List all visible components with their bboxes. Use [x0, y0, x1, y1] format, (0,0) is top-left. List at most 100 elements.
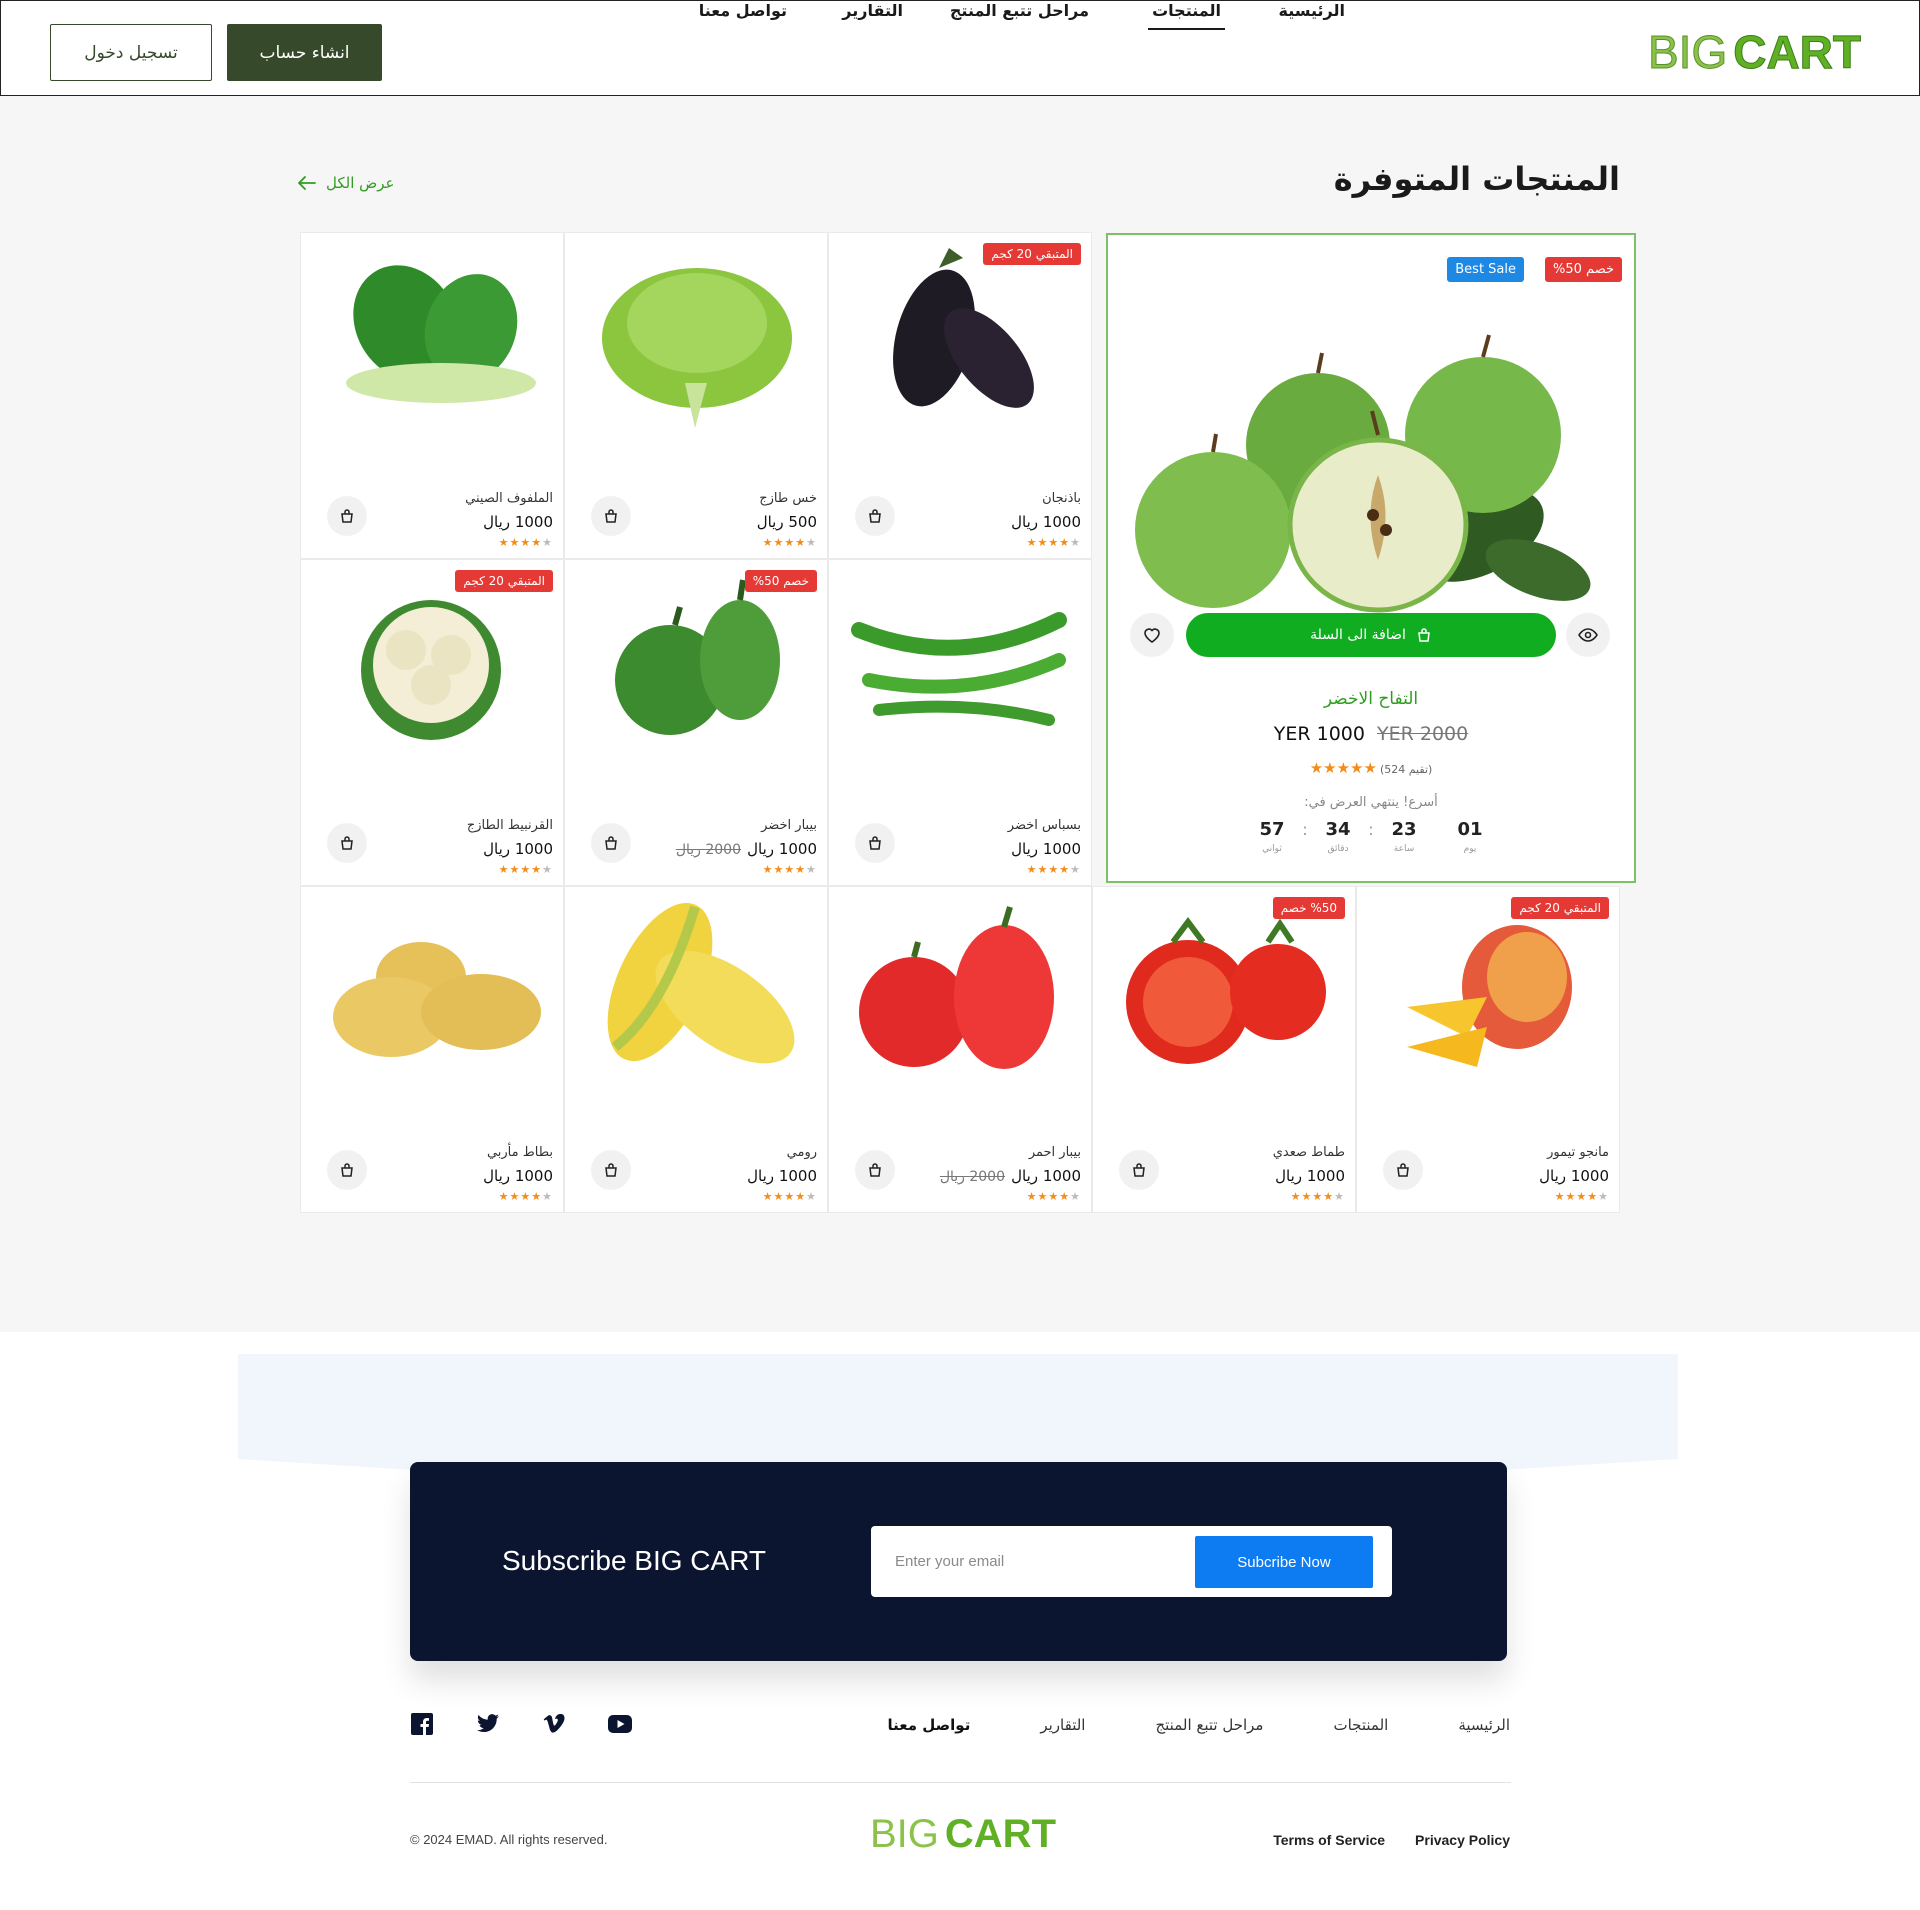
social-links	[410, 1712, 632, 1736]
product-name: بيبار احمر	[1028, 1145, 1081, 1160]
wishlist-button[interactable]	[1130, 613, 1174, 657]
featured-product-card[interactable]: خصم 50% Best Sale اضافة الى السلة التفاح…	[1106, 233, 1636, 883]
product-price: 1000 ريال	[483, 513, 553, 531]
signup-button[interactable]: انشاء حساب	[227, 24, 382, 81]
cauliflower-image	[361, 600, 501, 740]
shopping-bag-icon	[869, 836, 881, 850]
add-to-cart-icon-button[interactable]	[591, 1150, 631, 1190]
product-card[interactable]: %50 خصم طماط صعدي 1000 ريال ★★★★★	[1092, 886, 1356, 1213]
product-card[interactable]: رومي 1000 ريال ★★★★★	[564, 886, 828, 1213]
privacy-link[interactable]: Privacy Policy	[1415, 1832, 1510, 1848]
product-rating: ★★★★★	[1290, 1190, 1345, 1203]
nav-home[interactable]: الرئيسية	[1279, 1, 1346, 20]
view-all-link[interactable]: عرض الكل	[298, 174, 395, 192]
footer-logo[interactable]: BIG CART	[870, 1812, 1056, 1857]
product-rating: ★★★★★	[1026, 536, 1081, 549]
footer-link-reports[interactable]: التقارير	[1040, 1716, 1085, 1734]
product-name: طماط صعدي	[1272, 1145, 1345, 1160]
login-button[interactable]: تسجيل دخول	[50, 24, 212, 81]
logo[interactable]: BIG CART	[1647, 25, 1861, 79]
add-to-cart-icon-button[interactable]	[855, 496, 895, 536]
featured-product-name: التفاح الاخضر	[1323, 689, 1419, 709]
product-name: بيبار اخضر	[761, 818, 817, 833]
footer-legal: Privacy Policy Terms of Service	[1273, 1832, 1510, 1848]
product-badge: المتبقي 20 كجم	[983, 243, 1081, 265]
shopping-bag-icon	[341, 836, 353, 850]
view-all-label: عرض الكل	[326, 174, 395, 192]
footer-link-contact[interactable]: تواصل معنا	[888, 1716, 971, 1734]
shopping-bag-icon	[605, 1163, 617, 1177]
nav-contact[interactable]: تواصل معنا	[699, 1, 787, 20]
product-rating: ★★★★★	[1554, 1190, 1609, 1203]
product-card[interactable]: بسباس اخضر 1000 ريال ★★★★★	[828, 559, 1092, 886]
add-to-cart-icon-button[interactable]	[591, 823, 631, 863]
product-card[interactable]: بيبار احمر 1000 ريال 2000 ريال ★★★★★	[828, 886, 1092, 1213]
product-rating: ★★★★★	[762, 1190, 817, 1203]
add-to-cart-button[interactable]: اضافة الى السلة	[1186, 613, 1556, 657]
add-to-cart-icon-button[interactable]	[1383, 1150, 1423, 1190]
footer-divider	[410, 1782, 1511, 1783]
featured-rating: ★★★★★ (524 تقيم)	[1108, 759, 1634, 777]
youtube-icon[interactable]	[608, 1712, 632, 1736]
shopping-bag-icon	[1397, 1163, 1409, 1177]
timer-seconds: 57 ثواني	[1259, 819, 1285, 854]
timer-hours: 23 ساعة	[1391, 819, 1417, 854]
add-to-cart-icon-button[interactable]	[591, 496, 631, 536]
subscribe-button[interactable]: Subcribe Now	[1195, 1536, 1373, 1588]
footer-nav: الرئيسية المنتجات مراحل تتبع المنتج التق…	[888, 1716, 1510, 1734]
add-to-cart-icon-button[interactable]	[327, 1150, 367, 1190]
footer-link-products[interactable]: المنتجات	[1333, 1716, 1388, 1734]
product-card[interactable]: المتبقي 20 كجم باذنجان 1000 ريال ★★★★★	[828, 232, 1092, 559]
subscribe-banner: Subscribe BIG CART Subcribe Now	[410, 1462, 1507, 1661]
facebook-icon[interactable]	[410, 1712, 434, 1736]
add-to-cart-icon-button[interactable]	[855, 1150, 895, 1190]
shopping-bag-icon	[869, 1163, 881, 1177]
site-header: BIG CART الرئيسية المنتجات مراحل تتبع الم…	[0, 0, 1920, 96]
product-price: 500 ريال	[756, 513, 817, 531]
shopping-bag-icon	[1133, 1163, 1145, 1177]
shopping-bag-icon	[605, 836, 617, 850]
potato-image	[333, 942, 541, 1057]
eggplant-image	[893, 248, 1034, 408]
timer-minutes: 34 دقائق	[1325, 819, 1351, 854]
product-name: مانجو تيمور	[1547, 1145, 1609, 1160]
add-to-cart-icon-button[interactable]	[1119, 1150, 1159, 1190]
product-old-price: 2000 ريال	[939, 1169, 1005, 1185]
red-pepper-image	[859, 906, 1054, 1069]
product-old-price: 2000 ريال	[675, 842, 741, 858]
footer-link-tracking[interactable]: مراحل تتبع المنتج	[1155, 1716, 1263, 1734]
quick-view-button[interactable]	[1566, 613, 1610, 657]
footer-logo-cart: CART	[944, 1812, 1056, 1856]
shopping-bag-icon	[1418, 628, 1430, 642]
product-card[interactable]: المتبقي 20 كجم مانجو تيمور 1000 ريال ★★★★★	[1356, 886, 1620, 1213]
email-input[interactable]	[895, 1546, 1175, 1576]
twitter-icon[interactable]	[476, 1712, 500, 1736]
product-badge: المتبقي 20 كجم	[1511, 897, 1609, 919]
product-rating: ★★★★★	[498, 863, 553, 876]
footer-link-home[interactable]: الرئيسية	[1458, 1716, 1510, 1734]
mango-image	[1407, 925, 1572, 1067]
add-to-cart-label: اضافة الى السلة	[1310, 627, 1406, 643]
logo-big: BIG	[1647, 26, 1728, 79]
add-to-cart-icon-button[interactable]	[327, 496, 367, 536]
product-card[interactable]: الملفوف الصيني 1000 ريال ★★★★★	[300, 232, 564, 559]
terms-link[interactable]: Terms of Service	[1273, 1832, 1385, 1848]
product-card[interactable]: خس طازج 500 ريال ★★★★★	[564, 232, 828, 559]
nav-products[interactable]: المنتجات	[1148, 1, 1225, 30]
add-to-cart-icon-button[interactable]	[855, 823, 895, 863]
nav-tracking[interactable]: مراحل تتبع المنتج	[950, 1, 1089, 20]
nav-reports[interactable]: التقارير	[842, 1, 903, 20]
product-rating: ★★★★★	[1026, 863, 1081, 876]
product-card[interactable]: المتبقي 20 كجم القرنبيط الطازج 1000 ريال ★★…	[300, 559, 564, 886]
green-apple-image	[1135, 334, 1591, 613]
vimeo-icon[interactable]	[542, 1712, 566, 1736]
products-section: المنتجات المتوفرة عرض الكل خصم 50% Best …	[0, 96, 1920, 1332]
product-card[interactable]: بطاط مأربي 1000 ريال ★★★★★	[300, 886, 564, 1213]
product-rating: ★★★★★	[498, 1190, 553, 1203]
product-card[interactable]: خصم 50% بيبار اخضر 1000 ريال 2000 ريال ★★★★★	[564, 559, 828, 886]
timer-days: 01 يوم	[1457, 819, 1483, 854]
product-name: رومي	[786, 1145, 817, 1160]
arrow-left-icon	[298, 176, 316, 190]
add-to-cart-icon-button[interactable]	[327, 823, 367, 863]
green-pepper-image	[615, 579, 780, 735]
